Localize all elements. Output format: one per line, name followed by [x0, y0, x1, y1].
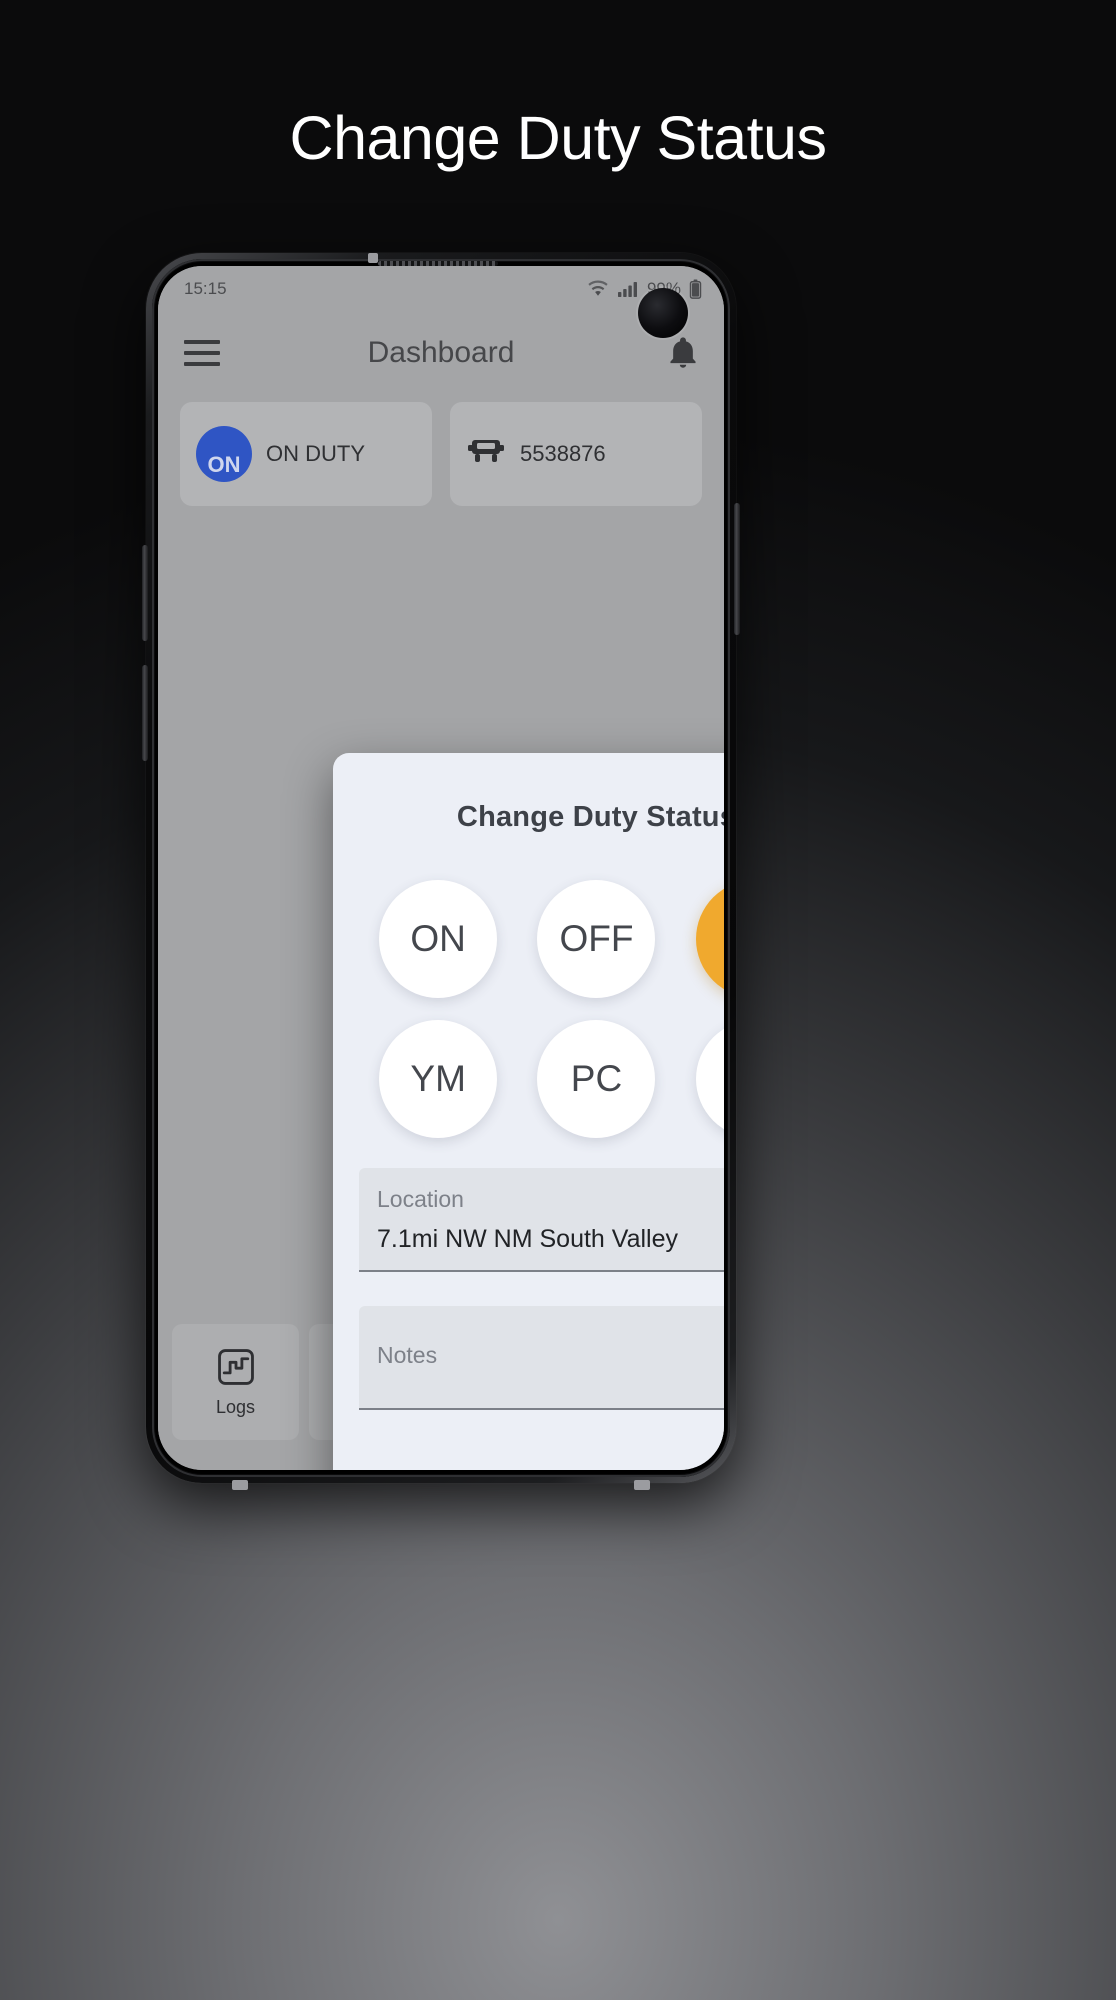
duty-status-options-grid: ON OFF SB YM PC D [359, 880, 724, 1138]
status-option-pc[interactable]: PC [537, 1020, 656, 1138]
app-bar: Dashboard [158, 312, 724, 394]
status-option-d[interactable]: D [695, 1020, 724, 1138]
vehicle-card[interactable]: 5538876 [450, 402, 702, 506]
app-bar-title: Dashboard [367, 336, 515, 369]
nav-item-logs[interactable]: Logs [172, 1324, 299, 1440]
location-field-value: 7.1mi NW NM South Valley [377, 1225, 679, 1253]
status-option-off[interactable]: OFF [537, 880, 656, 998]
change-duty-status-dialog: Change Duty Status ON OFF SB YM PC D Loc… [333, 753, 724, 1470]
notes-field[interactable]: Notes [359, 1306, 724, 1410]
volume-up-button[interactable] [142, 545, 148, 641]
status-bar-clock: 15:15 [184, 279, 227, 298]
screenshot-stage: Change Duty Status 15:15 Dashboard ON ON… [0, 0, 1116, 2000]
status-option-ym[interactable]: YM [379, 1020, 498, 1138]
duty-status-label: ON DUTY [266, 441, 365, 466]
front-camera-punch-hole [638, 288, 688, 338]
duty-status-card[interactable]: ON ON DUTY [180, 402, 432, 506]
phone-bottom-nub-left [232, 1480, 248, 1490]
truck-icon [466, 434, 506, 474]
status-option-sb[interactable]: SB [695, 880, 724, 998]
dashboard-cards-row: ON ON DUTY 5538876 [158, 402, 724, 506]
proximity-sensor [368, 253, 378, 263]
phone-bottom-nub-right [634, 1480, 650, 1490]
status-option-on[interactable]: ON [379, 880, 498, 998]
wifi-icon [587, 280, 609, 298]
bell-icon[interactable] [662, 337, 698, 369]
page-title: Change Duty Status [289, 104, 827, 172]
nav-label-logs: Logs [215, 1396, 256, 1417]
power-button[interactable] [734, 503, 740, 635]
phone-device-frame: 15:15 Dashboard ON ON DUTY 5538876 Logs … [142, 253, 740, 1490]
phone-screen: 15:15 Dashboard ON ON DUTY 5538876 Logs … [158, 266, 724, 1470]
duty-status-badge: ON [196, 426, 252, 482]
volume-down-button[interactable] [142, 665, 148, 761]
battery-icon [689, 279, 702, 299]
notes-field-label: Notes [377, 1342, 438, 1368]
hamburger-menu-icon[interactable] [184, 340, 220, 366]
logs-chart-icon [216, 1347, 256, 1387]
location-field-label: Location [377, 1186, 464, 1212]
dialog-title: Change Duty Status [456, 801, 724, 833]
vehicle-id-label: 5538876 [520, 441, 606, 466]
cellular-signal-icon [617, 280, 639, 298]
location-field[interactable]: Location 7.1mi NW NM South Valley [359, 1168, 724, 1272]
